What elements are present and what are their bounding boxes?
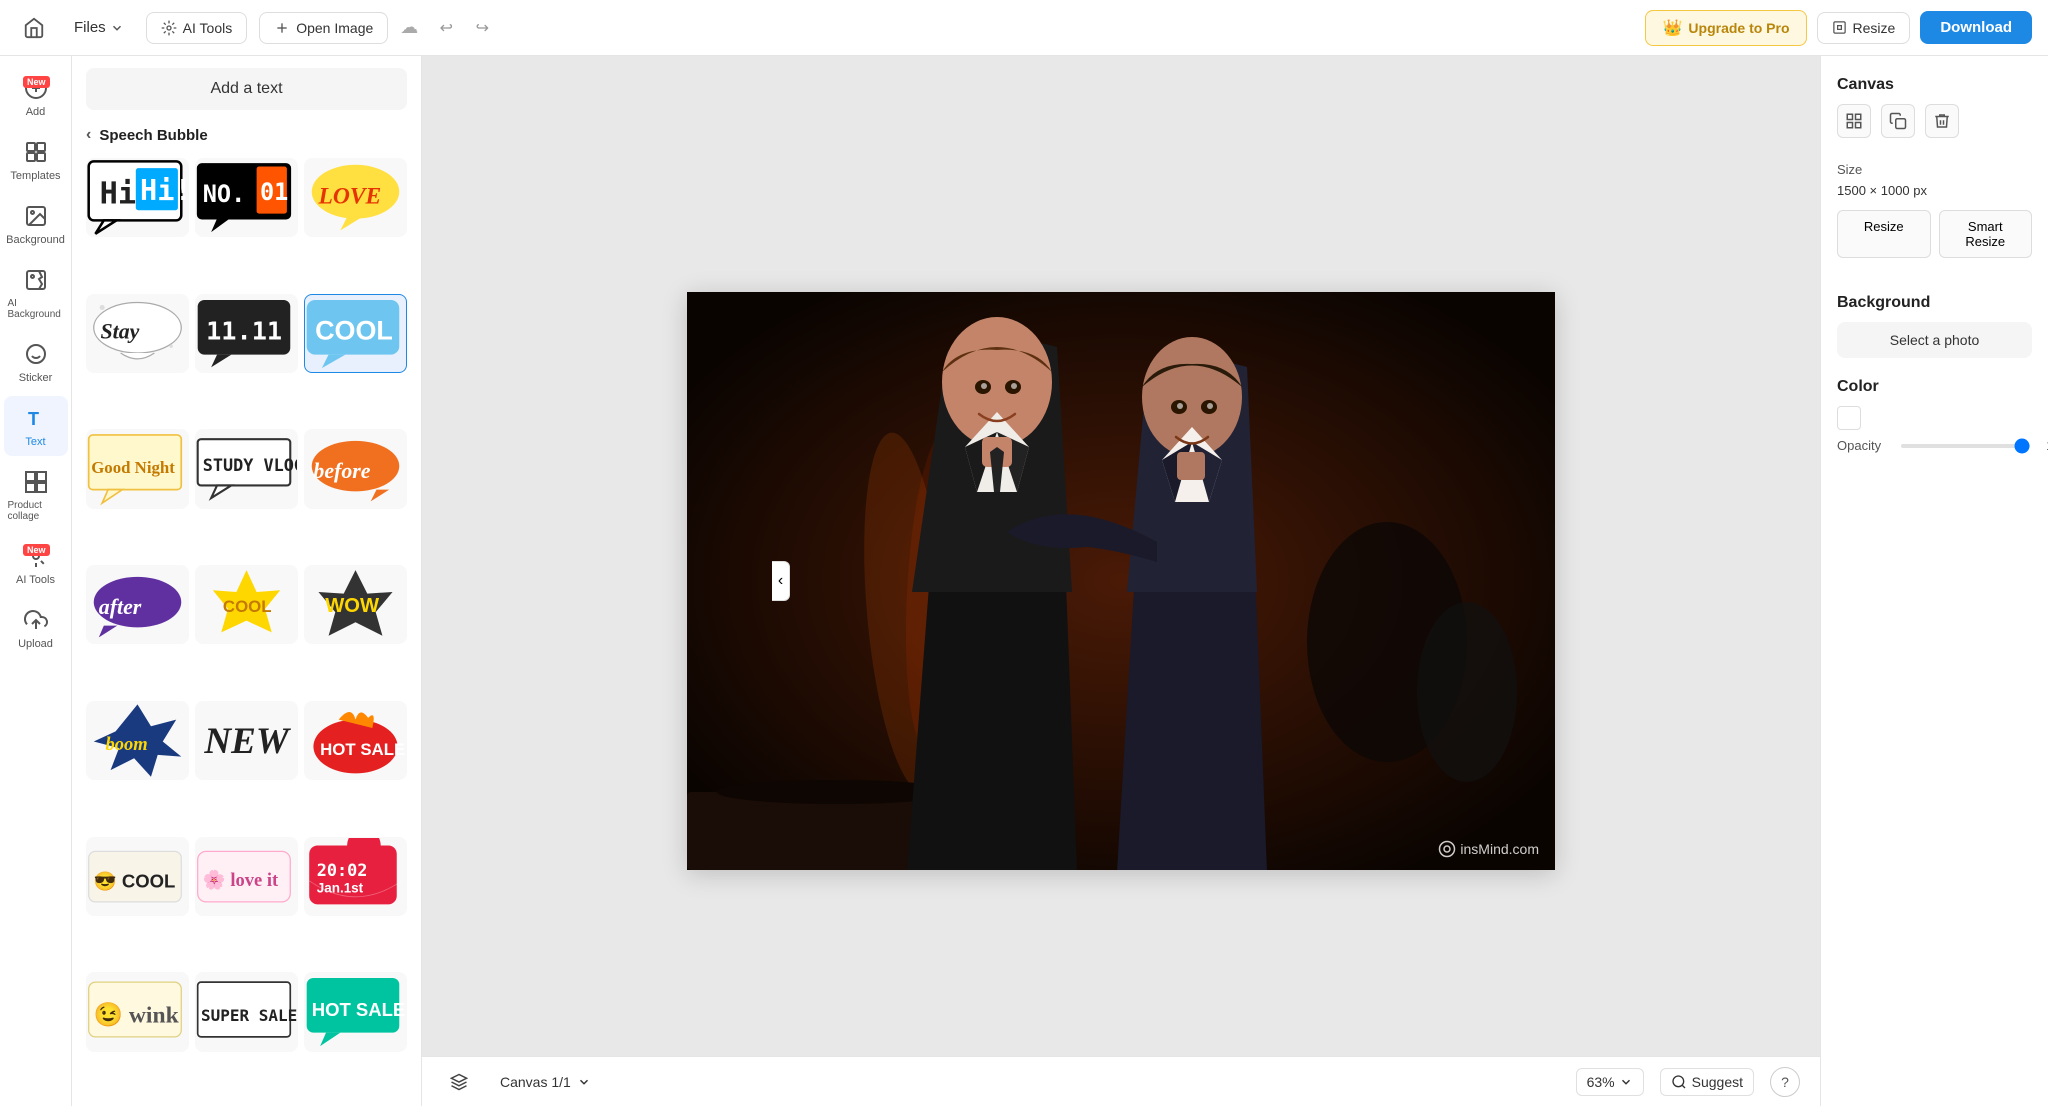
sticker-new[interactable]: NEW (195, 701, 298, 780)
svg-text:Good Night: Good Night (91, 458, 175, 477)
canvas-tool-copy[interactable] (1881, 104, 1915, 138)
svg-text:HOT SALE: HOT SALE (312, 999, 406, 1020)
files-menu-button[interactable]: Files (64, 13, 134, 42)
ai-tools-button[interactable]: AI Tools (146, 12, 248, 44)
suggest-button[interactable]: Suggest (1660, 1068, 1754, 1096)
svg-text:T: T (28, 409, 39, 429)
canvas-photo: insMind.com (687, 292, 1555, 870)
zoom-button[interactable]: 63% (1576, 1068, 1644, 1096)
svg-text:boom: boom (106, 735, 148, 755)
sidebar-item-templates[interactable]: Templates (4, 130, 68, 190)
svg-text:Hi!: Hi! (140, 173, 188, 207)
sticker-cool-yellow[interactable]: COOL (195, 565, 298, 644)
right-panel: Canvas Size 1500 × 1000 px Resize Smart … (1820, 56, 2048, 1106)
sticker-grid: Hi! Hi! NO. 01 (72, 154, 421, 1106)
canvas-watermark: insMind.com (1438, 840, 1539, 858)
sidebar-item-add[interactable]: New Add (4, 66, 68, 126)
topbar: Files AI Tools Open Image ☁ ↩ ↪ 👑 Upgrad… (0, 0, 2048, 56)
sticker-after[interactable]: after (86, 565, 189, 644)
sticker-stay[interactable]: Stay (86, 294, 189, 373)
smart-resize-button[interactable]: Smart Resize (1939, 210, 2033, 258)
redo-button[interactable]: ↪ (466, 12, 498, 44)
canvas-image-wrapper: insMind.com (687, 292, 1555, 870)
sticker-panel: Add a text ‹ Speech Bubble Hi! Hi! (72, 56, 422, 1106)
svg-text:🌸 love it: 🌸 love it (203, 868, 279, 890)
sticker-hotsale1[interactable]: HOT SALE (304, 701, 407, 780)
sticker-wow[interactable]: WOW (304, 565, 407, 644)
canvas-tool-layout[interactable] (1837, 104, 1871, 138)
svg-text:SUPER SALE: SUPER SALE (201, 1006, 297, 1025)
sticker-date[interactable]: 20:02 Jan.1st (304, 837, 407, 916)
svg-text:COOL: COOL (315, 315, 393, 345)
svg-text:Stay: Stay (100, 319, 139, 343)
svg-text:01: 01 (260, 178, 288, 206)
resize-top-button[interactable]: Resize (1817, 12, 1911, 44)
canvas-area: ‹ (422, 56, 1820, 1106)
svg-text:NO.: NO. (203, 180, 246, 208)
svg-text:after: after (99, 595, 142, 619)
svg-text:STUDY VLOG: STUDY VLOG (203, 456, 297, 476)
canvas-bottom-bar: Canvas 1/1 63% Suggest ? (422, 1056, 1820, 1106)
undo-button[interactable]: ↩ (430, 12, 462, 44)
canvas-section-title: Canvas (1837, 76, 2032, 94)
opacity-label: Opacity (1837, 438, 1891, 453)
sidebar-item-upload[interactable]: Upload (4, 598, 68, 658)
svg-text:HOT SALE: HOT SALE (320, 740, 405, 759)
sidebar-item-background[interactable]: Background (4, 194, 68, 254)
select-photo-button[interactable]: Select a photo (1837, 322, 2032, 358)
sidebar-item-product-collage[interactable]: Product collage (4, 460, 68, 530)
sticker-wink[interactable]: 😉 wink (86, 972, 189, 1051)
sticker-boom[interactable]: boom (86, 701, 189, 780)
svg-text:😉 wink: 😉 wink (94, 1002, 180, 1029)
color-section-title: Color (1837, 378, 2032, 396)
sidebar-item-ai-background[interactable]: AI Background (4, 258, 68, 328)
svg-text:😎 COOL: 😎 COOL (94, 870, 176, 891)
canvas-tool-delete[interactable] (1925, 104, 1959, 138)
svg-text:NEW: NEW (203, 721, 291, 762)
sticker-hotsale2[interactable]: HOT SALE (304, 972, 407, 1051)
home-button[interactable] (16, 10, 52, 46)
sticker-1111[interactable]: 11.11 (195, 294, 298, 373)
color-swatch[interactable] (1837, 406, 1861, 430)
sticker-cool-blue[interactable]: COOL (304, 294, 407, 373)
sticker-hi[interactable]: Hi! Hi! (86, 158, 189, 237)
size-value: 1500 × 1000 px (1837, 183, 2032, 198)
svg-text:COOL: COOL (223, 597, 272, 616)
background-section-title: Background (1837, 294, 2032, 312)
layers-button[interactable] (442, 1068, 476, 1096)
sidebar-icons: New Add Templates Background AI Backgrou… (0, 56, 72, 1106)
back-arrow-button[interactable]: ‹ (86, 126, 91, 144)
sticker-cool-sunglasses[interactable]: 😎 COOL (86, 837, 189, 916)
sticker-supersale[interactable]: SUPER SALE (195, 972, 298, 1051)
main-layout: New Add Templates Background AI Backgrou… (0, 56, 2048, 1106)
sticker-goodnight[interactable]: Good Night (86, 429, 189, 508)
svg-text:11.11: 11.11 (206, 316, 282, 345)
sidebar-item-text[interactable]: T Text (4, 396, 68, 456)
svg-text:before: before (313, 459, 370, 483)
sticker-love[interactable]: LOVE (304, 158, 407, 237)
opacity-value: 100 (2040, 438, 2048, 453)
upgrade-to-pro-button[interactable]: 👑 Upgrade to Pro (1645, 10, 1806, 46)
open-image-button[interactable]: Open Image (259, 12, 388, 44)
help-button[interactable]: ? (1770, 1067, 1800, 1097)
speech-bubble-header: ‹ Speech Bubble (72, 120, 421, 154)
sticker-no01[interactable]: NO. 01 (195, 158, 298, 237)
resize-button[interactable]: Resize (1837, 210, 1931, 258)
panel-collapse-button[interactable]: ‹ (772, 561, 790, 601)
cloud-save-icon: ☁ (400, 17, 418, 38)
sidebar-item-sticker[interactable]: Sticker (4, 332, 68, 392)
svg-text:Jan.1st: Jan.1st (317, 880, 364, 895)
sticker-before[interactable]: before (304, 429, 407, 508)
download-button[interactable]: Download (1920, 11, 2032, 44)
canvas-label-button[interactable]: Canvas 1/1 (492, 1069, 599, 1095)
svg-text:20:02: 20:02 (317, 859, 368, 879)
sticker-studyblog[interactable]: STUDY VLOG (195, 429, 298, 508)
add-text-button[interactable]: Add a text (86, 68, 407, 110)
size-label: Size (1837, 162, 2032, 177)
sticker-loveit[interactable]: 🌸 love it (195, 837, 298, 916)
sidebar-item-ai-tools[interactable]: New AI Tools (4, 534, 68, 594)
svg-text:WOW: WOW (325, 595, 380, 617)
opacity-slider[interactable] (1901, 444, 2030, 448)
svg-text:LOVE: LOVE (317, 184, 381, 210)
